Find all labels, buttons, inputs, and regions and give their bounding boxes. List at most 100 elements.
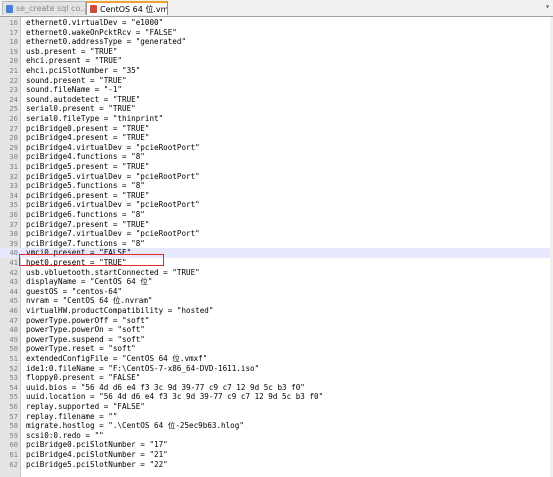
line-text[interactable]: ide1:0.fileName = "F:\CentOS-7-x86_64-DV… xyxy=(26,364,259,374)
line-text[interactable]: pciBridge4.present = "TRUE" xyxy=(26,133,149,143)
line-text[interactable]: ethernet0.virtualDev = "e1000" xyxy=(26,18,163,28)
code-line[interactable]: 25 serial0.present = "TRUE" xyxy=(0,104,553,114)
tab-se-create-sql[interactable]: se_create sql co... × xyxy=(2,1,86,15)
code-line[interactable]: 29 pciBridge4.virtualDev = "pcieRootPort" xyxy=(0,143,553,153)
line-text[interactable]: hpet0.present = "TRUE" xyxy=(26,258,127,268)
tab-centos-vmx[interactable]: CentOS 64 位.vmx × xyxy=(86,1,168,15)
code-line[interactable]: 16 ethernet0.virtualDev = "e1000" xyxy=(0,18,553,28)
line-text[interactable]: ethernet0.wakeOnPcktRcv = "FALSE" xyxy=(26,28,177,38)
line-text[interactable]: floppy0.present = "FALSE" xyxy=(26,373,140,383)
line-text[interactable]: pciBridge4.virtualDev = "pcieRootPort" xyxy=(26,143,200,153)
code-line[interactable]: 35 pciBridge6.virtualDev = "pcieRootPort" xyxy=(0,200,553,210)
line-text[interactable]: pciBridge6.present = "TRUE" xyxy=(26,191,149,201)
code-line[interactable]: 22 sound.present = "TRUE" xyxy=(0,76,553,86)
code-line[interactable]: 37 pciBridge7.present = "TRUE" xyxy=(0,220,553,230)
code-line[interactable]: 50 powerType.reset = "soft" xyxy=(0,344,553,354)
code-line[interactable]: 41 hpet0.present = "TRUE" xyxy=(0,258,553,268)
code-line[interactable]: 58 migrate.hostlog = ".\CentOS 64 位-25ec9… xyxy=(0,421,553,431)
code-line[interactable]: 55 uuid.location = "56 4d d6 e4 f3 3c 9d … xyxy=(0,392,553,402)
code-line[interactable]: 62 pciBridge5.pciSlotNumber = "22" xyxy=(0,460,553,470)
line-text[interactable]: replay.filename = "" xyxy=(26,412,117,422)
line-number: 53 xyxy=(9,373,18,383)
code-line[interactable]: 61 pciBridge4.pciSlotNumber = "21" xyxy=(0,450,553,460)
line-text[interactable]: pciBridge0.pciSlotNumber = "17" xyxy=(26,440,168,450)
line-text[interactable]: powerType.powerOn = "soft" xyxy=(26,325,145,335)
line-text[interactable]: ehci.present = "TRUE" xyxy=(26,56,122,66)
code-line[interactable]: 53 floppy0.present = "FALSE" xyxy=(0,373,553,383)
code-line[interactable]: 27 pciBridge0.present = "TRUE" xyxy=(0,124,553,134)
line-text[interactable]: uuid.bios = "56 4d d6 e4 f3 3c 9d 39-77 … xyxy=(26,383,305,393)
code-line[interactable]: 46 virtualHW.productCompatibility = "host… xyxy=(0,306,553,316)
line-text[interactable]: pciBridge4.pciSlotNumber = "21" xyxy=(26,450,168,460)
line-text[interactable]: pciBridge6.virtualDev = "pcieRootPort" xyxy=(26,200,200,210)
code-line[interactable]: 51 extendedConfigFile = "CentOS 64 位.vmxf… xyxy=(0,354,553,364)
line-text[interactable]: migrate.hostlog = ".\CentOS 64 位-25ec9b6… xyxy=(26,421,244,431)
line-text[interactable]: replay.supported = "FALSE" xyxy=(26,402,145,412)
code-line[interactable]: 17 ethernet0.wakeOnPcktRcv = "FALSE" xyxy=(0,28,553,38)
line-text[interactable]: powerType.powerOff = "soft" xyxy=(26,316,149,326)
line-text[interactable]: sound.present = "TRUE" xyxy=(26,76,127,86)
code-line[interactable]: 54 uuid.bios = "56 4d d6 e4 f3 3c 9d 39-7… xyxy=(0,383,553,393)
code-line[interactable]: 42 usb.vbluetooth.startConnected = "TRUE" xyxy=(0,268,553,278)
line-text[interactable]: ehci.pciSlotNumber = "35" xyxy=(26,66,140,76)
line-text[interactable]: pciBridge7.present = "TRUE" xyxy=(26,220,149,230)
code-line[interactable]: 60 pciBridge0.pciSlotNumber = "17" xyxy=(0,440,553,450)
line-text[interactable]: usb.present = "TRUE" xyxy=(26,47,117,57)
line-text[interactable]: pciBridge4.functions = "8" xyxy=(26,152,145,162)
code-line[interactable]: 52 ide1:0.fileName = "F:\CentOS-7-x86_64-… xyxy=(0,364,553,374)
line-text[interactable]: virtualHW.productCompatibility = "hosted… xyxy=(26,306,213,316)
code-line[interactable]: 21 ehci.pciSlotNumber = "35" xyxy=(0,66,553,76)
line-text[interactable]: sound.fileName = "-1" xyxy=(26,85,122,95)
code-line[interactable]: 33 pciBridge5.functions = "8" xyxy=(0,181,553,191)
line-text[interactable]: pciBridge7.virtualDev = "pcieRootPort" xyxy=(26,229,200,239)
code-line[interactable]: 49 powerType.suspend = "soft" xyxy=(0,335,553,345)
line-text[interactable]: displayName = "CentOS 64 位" xyxy=(26,277,152,287)
line-text[interactable]: pciBridge5.pciSlotNumber = "22" xyxy=(26,460,168,470)
line-text[interactable]: guestOS = "centos-64" xyxy=(26,287,122,297)
line-text[interactable]: extendedConfigFile = "CentOS 64 位.vmxf" xyxy=(26,354,207,364)
code-line[interactable]: 59 scsi0:0.redo = "" xyxy=(0,431,553,441)
code-line[interactable]: 57 replay.filename = "" xyxy=(0,412,553,422)
code-line[interactable]: 43 displayName = "CentOS 64 位" xyxy=(0,277,553,287)
line-text[interactable]: pciBridge5.present = "TRUE" xyxy=(26,162,149,172)
code-line[interactable]: 31 pciBridge5.present = "TRUE" xyxy=(0,162,553,172)
line-text[interactable]: pciBridge7.functions = "8" xyxy=(26,239,145,249)
line-text[interactable]: nvram = "CentOS 64 位.nvram" xyxy=(26,296,152,306)
line-text[interactable]: serial0.present = "TRUE" xyxy=(26,104,136,114)
code-line[interactable]: 47 powerType.powerOff = "soft" xyxy=(0,316,553,326)
code-line[interactable]: 24 sound.autodetect = "TRUE" xyxy=(0,95,553,105)
line-text[interactable]: pciBridge6.functions = "8" xyxy=(26,210,145,220)
line-text[interactable]: powerType.reset = "soft" xyxy=(26,344,136,354)
line-text[interactable]: serial0.fileType = "thinprint" xyxy=(26,114,163,124)
code-line[interactable]: 45 nvram = "CentOS 64 位.nvram" xyxy=(0,296,553,306)
code-line[interactable]: 28 pciBridge4.present = "TRUE" xyxy=(0,133,553,143)
code-line[interactable]: 39 pciBridge7.functions = "8" xyxy=(0,239,553,249)
line-text[interactable]: uuid.location = "56 4d d6 e4 f3 3c 9d 39… xyxy=(26,392,323,402)
code-line[interactable]: 32 pciBridge5.virtualDev = "pcieRootPort" xyxy=(0,172,553,182)
code-line[interactable]: 44 guestOS = "centos-64" xyxy=(0,287,553,297)
line-text[interactable]: pciBridge0.present = "TRUE" xyxy=(26,124,149,134)
code-line[interactable]: 26 serial0.fileType = "thinprint" xyxy=(0,114,553,124)
line-text[interactable]: pciBridge5.virtualDev = "pcieRootPort" xyxy=(26,172,200,182)
code-line[interactable]: 40 vmci0.present = "FALSE" xyxy=(0,248,553,258)
code-line[interactable]: 18 ethernet0.addressType = "generated" xyxy=(0,37,553,47)
code-line[interactable]: 23 sound.fileName = "-1" xyxy=(0,85,553,95)
tab-list-dropdown-icon[interactable]: ▾ xyxy=(545,2,550,11)
code-line[interactable]: 48 powerType.powerOn = "soft" xyxy=(0,325,553,335)
line-text[interactable]: scsi0:0.redo = "" xyxy=(26,431,104,441)
line-text[interactable]: vmci0.present = "FALSE" xyxy=(26,248,131,258)
line-text[interactable]: sound.autodetect = "TRUE" xyxy=(26,95,140,105)
code-line[interactable]: 34 pciBridge6.present = "TRUE" xyxy=(0,191,553,201)
code-line[interactable]: 38 pciBridge7.virtualDev = "pcieRootPort" xyxy=(0,229,553,239)
code-line[interactable]: 30 pciBridge4.functions = "8" xyxy=(0,152,553,162)
code-line[interactable]: 56 replay.supported = "FALSE" xyxy=(0,402,553,412)
text-editor[interactable]: 16 ethernet0.virtualDev = "e1000" 17 ethern… xyxy=(0,17,553,477)
code-line[interactable]: 36 pciBridge6.functions = "8" xyxy=(0,210,553,220)
line-text[interactable]: usb.vbluetooth.startConnected = "TRUE" xyxy=(26,268,200,278)
code-line[interactable]: 20 ehci.present = "TRUE" xyxy=(0,56,553,66)
line-text[interactable]: pciBridge5.functions = "8" xyxy=(26,181,145,191)
line-number: 41 xyxy=(9,258,18,267)
line-text[interactable]: ethernet0.addressType = "generated" xyxy=(26,37,186,47)
line-text[interactable]: powerType.suspend = "soft" xyxy=(26,335,145,345)
code-line[interactable]: 19 usb.present = "TRUE" xyxy=(0,47,553,57)
